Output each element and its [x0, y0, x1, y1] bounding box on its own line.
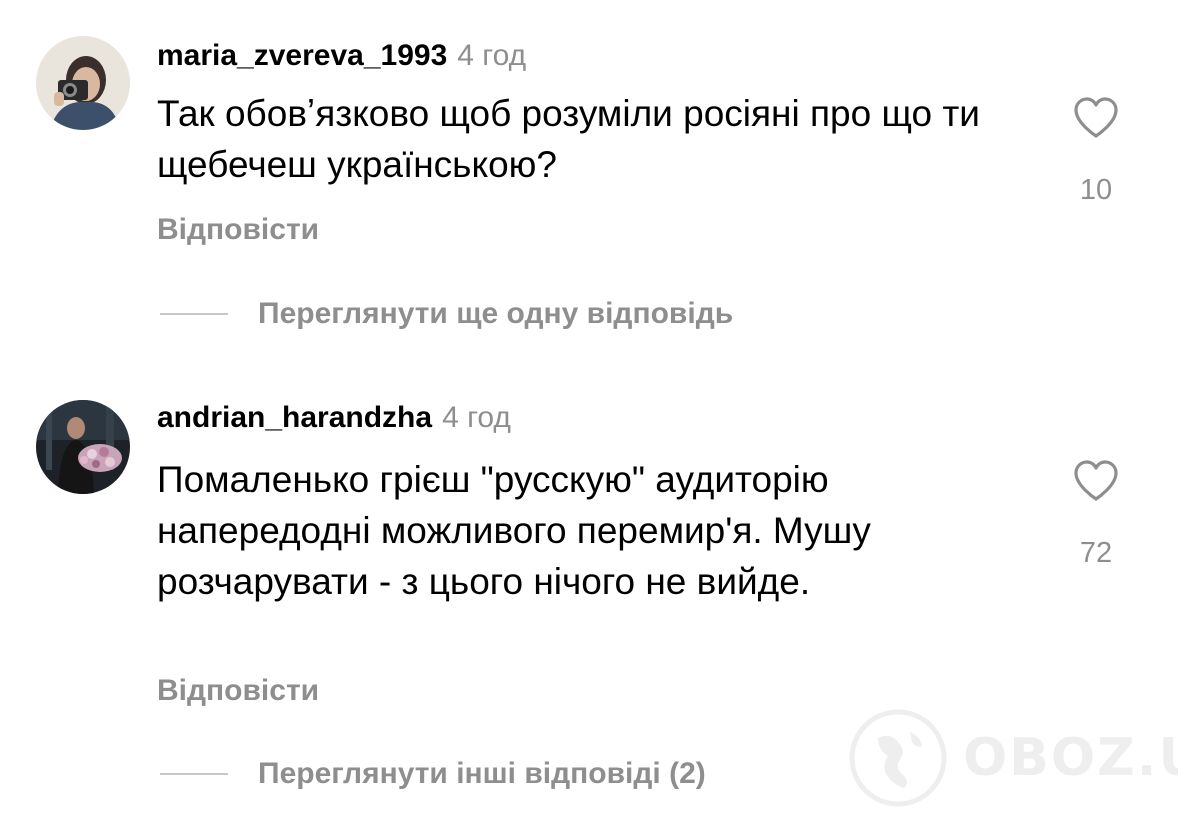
- globe-logo-icon: [849, 709, 947, 807]
- view-replies-button[interactable]: Переглянути інші відповіді (2): [160, 756, 706, 792]
- like-count: 72: [1079, 537, 1113, 569]
- avatar[interactable]: [36, 400, 130, 494]
- avatar-image: [36, 400, 130, 494]
- view-replies-label: Переглянути інші відповіді (2): [258, 757, 706, 790]
- reply-thread-line: [160, 773, 228, 775]
- watermark: OBOZ.UA: [848, 708, 1178, 808]
- comment-header: andrian_harandzha 4 год: [157, 400, 511, 441]
- comment-time: 4 год: [442, 401, 511, 434]
- heart-outline-icon[interactable]: [1072, 459, 1120, 503]
- reply-button[interactable]: Відповісти: [157, 673, 319, 709]
- comment-item: andrian_harandzha 4 год Помаленько грієш …: [0, 0, 1178, 824]
- watermark-text: OBOZ.UA: [963, 728, 1178, 788]
- username[interactable]: andrian_harandzha: [157, 401, 432, 434]
- comment-text: Помаленько грієш "русскую" аудиторію нап…: [157, 459, 871, 602]
